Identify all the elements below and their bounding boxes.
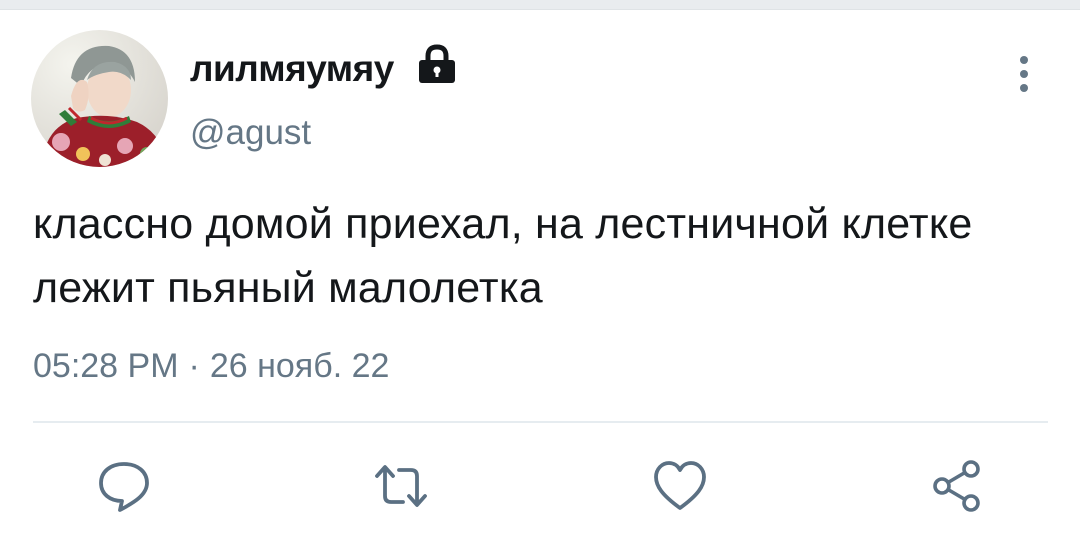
share-icon [933,460,980,512]
tweet-date: 26 нояб. 22 [209,347,390,385]
top-separator [0,0,1080,10]
heart-icon [654,461,706,510]
retweet-icon [375,465,427,507]
reply-icon [99,462,149,512]
retweet-button[interactable] [373,458,429,514]
meta-separator: · [188,347,200,385]
actions-divider [33,421,1048,423]
reply-button[interactable] [96,458,152,514]
like-button[interactable] [652,458,708,514]
lock-icon [417,44,457,86]
user-handle[interactable]: @agust [190,113,311,153]
display-name[interactable]: лилмяумяу [190,48,394,90]
avatar[interactable] [31,30,168,167]
tweet-time: 05:28 PM [33,347,179,385]
share-button[interactable] [930,458,986,514]
more-options-icon[interactable] [1010,52,1038,96]
tweet-text: классно домой приехал, на лестничной кле… [33,200,973,312]
tweet-timestamp[interactable]: 05:28 PM · 26 нояб. 22 [33,347,389,386]
